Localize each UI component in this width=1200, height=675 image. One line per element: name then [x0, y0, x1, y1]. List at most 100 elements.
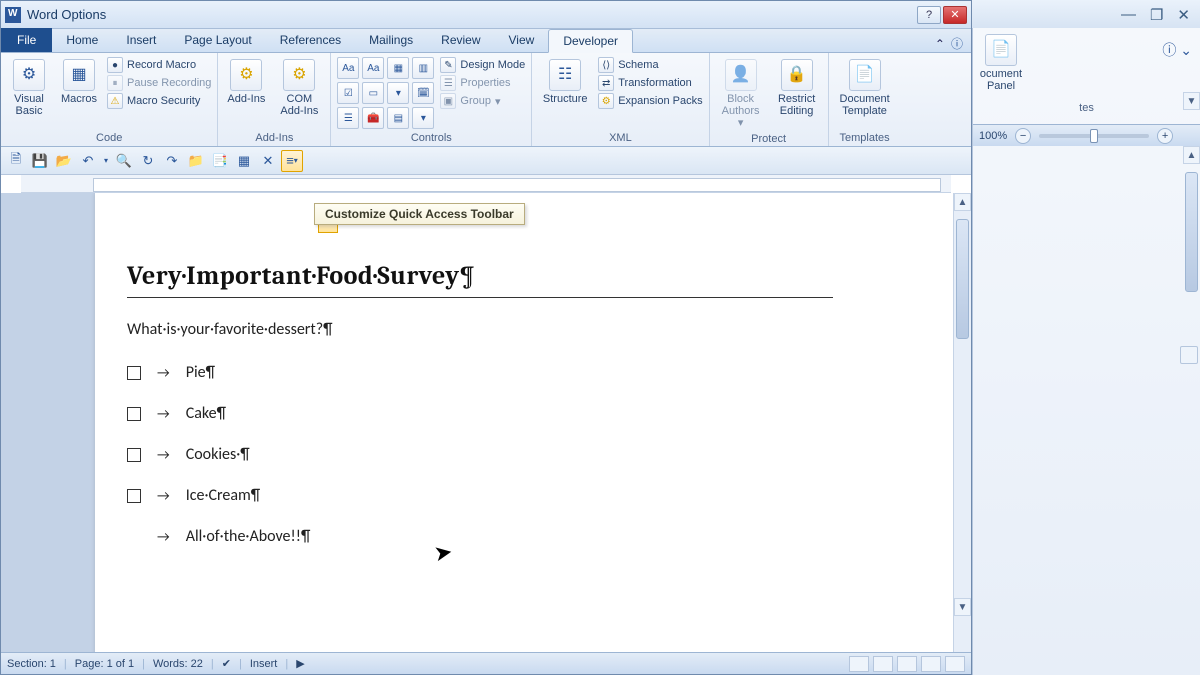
status-insert[interactable]: Insert — [250, 658, 278, 670]
addins-button[interactable]: ⚙ Add-Ins — [224, 57, 268, 107]
document-page[interactable]: Very·Important·Food·Survey¶ What·is·your… — [95, 193, 953, 652]
help-button[interactable]: ? — [917, 6, 941, 24]
option-row[interactable]: → Ice·Cream¶ — [127, 486, 833, 505]
more-controls-icon[interactable]: ▾ — [412, 107, 434, 129]
dropdown-control-icon[interactable]: ▾ — [387, 82, 409, 104]
rich-text-control-icon[interactable]: Aa — [337, 57, 359, 79]
qat-customize-button[interactable]: ≡▾ — [281, 150, 303, 172]
pause-recording-button[interactable]: ⏸Pause Recording — [107, 75, 211, 91]
qat-folder-icon[interactable]: 📁 — [185, 150, 207, 172]
document-panel-button[interactable]: 📄 ocument Panel — [979, 32, 1023, 94]
qat-new-icon[interactable]: 🗎 — [5, 150, 27, 172]
plain-text-control-icon[interactable]: Aa — [362, 57, 384, 79]
qat-undo-split-icon[interactable]: ▾ — [101, 156, 111, 165]
outer-help-icon[interactable]: ⓘ ⌄ — [1162, 40, 1192, 60]
view-outline-icon[interactable] — [921, 656, 941, 672]
qat-preview-icon[interactable]: 🔍 — [113, 150, 135, 172]
tab-references[interactable]: References — [266, 28, 355, 52]
date-control-icon[interactable]: 🗓 — [412, 82, 434, 104]
scroll-up-icon[interactable]: ▲ — [1183, 146, 1200, 164]
transformation-button[interactable]: ⇄Transformation — [598, 75, 702, 91]
status-proof-icon[interactable]: ✔ — [222, 657, 231, 670]
controls-gallery[interactable]: Aa Aa ▦ ▥ ☑ ▭ ▾ 🗓 ☰ 🧰 ▤ ▾ — [337, 57, 434, 129]
macro-security-button[interactable]: ⚠Macro Security — [107, 93, 211, 109]
checkbox-icon[interactable] — [127, 448, 141, 462]
file-tab[interactable]: File — [1, 28, 52, 52]
outer-restore-icon[interactable]: ❐ — [1150, 6, 1163, 24]
view-print-layout-icon[interactable] — [849, 656, 869, 672]
status-words[interactable]: Words: 22 — [153, 658, 203, 670]
repeating-control-icon[interactable]: ☰ — [337, 107, 359, 129]
combo-control-icon[interactable]: ▭ — [362, 82, 384, 104]
option-row[interactable]: → Cookies·¶ — [127, 445, 833, 464]
properties-button[interactable]: ☰Properties — [440, 75, 525, 91]
tab-insert[interactable]: Insert — [112, 28, 170, 52]
qat-table-icon[interactable]: ▦ — [233, 150, 255, 172]
scroll-up-icon[interactable]: ▲ — [954, 193, 971, 211]
checkbox-icon[interactable] — [127, 366, 141, 380]
tab-page-layout[interactable]: Page Layout — [170, 28, 265, 52]
structure-button[interactable]: ☷ Structure — [538, 57, 592, 107]
qat-insert-icon[interactable]: 📑 — [209, 150, 231, 172]
scroll-thumb[interactable] — [956, 219, 969, 339]
doc-title[interactable]: Very·Important·Food·Survey¶ — [127, 261, 833, 298]
com-addins-button[interactable]: ⚙ COM Add-Ins — [274, 57, 324, 119]
legacy-tools-icon[interactable]: 🧰 — [362, 107, 384, 129]
view-web-icon[interactable] — [897, 656, 917, 672]
scroll-down-icon[interactable]: ▼ — [1183, 92, 1200, 110]
schema-button[interactable]: ⟨⟩Schema — [598, 57, 702, 73]
option-row[interactable]: → Pie¶ — [127, 363, 833, 382]
horizontal-ruler[interactable] — [21, 175, 951, 193]
tab-review[interactable]: Review — [427, 28, 494, 52]
ribbon-minimize-icon[interactable]: ⌃ — [935, 37, 945, 51]
vertical-scrollbar[interactable]: ▲ ▼ — [953, 193, 971, 652]
qat-redo-icon[interactable]: ↷ — [161, 150, 183, 172]
expansion-packs-button[interactable]: ⚙Expansion Packs — [598, 93, 702, 109]
tab-mailings[interactable]: Mailings — [355, 28, 427, 52]
ribbon-help-icon[interactable]: ⓘ — [951, 35, 963, 52]
scroll-thumb[interactable] — [1185, 172, 1198, 292]
qat-save-icon[interactable]: 💾 — [29, 150, 51, 172]
doc-question[interactable]: What·is·your·favorite·dessert?¶ — [127, 320, 833, 339]
picture-control-icon[interactable]: ▦ — [387, 57, 409, 79]
close-button[interactable]: ✕ — [943, 6, 967, 24]
option-row[interactable]: → All·of·the·Above!!¶ — [157, 527, 833, 546]
qat-delete-icon[interactable]: ✕ — [257, 150, 279, 172]
scroll-down-icon[interactable]: ▼ — [954, 598, 971, 616]
option-row[interactable]: → Cake¶ — [127, 404, 833, 423]
option-label[interactable]: Ice·Cream¶ — [186, 486, 260, 505]
building-block-control-icon[interactable]: ▥ — [412, 57, 434, 79]
qat-refresh-icon[interactable]: ↻ — [137, 150, 159, 172]
checkbox-icon[interactable] — [127, 489, 141, 503]
tab-home[interactable]: Home — [52, 28, 112, 52]
qat-open-icon[interactable]: 📂 — [53, 150, 75, 172]
document-template-button[interactable]: 📄 Document Template — [835, 57, 895, 119]
view-draft-icon[interactable] — [945, 656, 965, 672]
option-label[interactable]: Cookies·¶ — [186, 445, 250, 464]
design-mode-button[interactable]: ✎Design Mode — [440, 57, 525, 73]
zoom-out-button[interactable]: − — [1015, 128, 1031, 144]
option-label[interactable]: Cake¶ — [186, 404, 226, 423]
visual-basic-button[interactable]: ⚙ Visual Basic — [7, 57, 51, 119]
status-macro-icon[interactable]: ▶ — [296, 657, 304, 670]
restrict-editing-button[interactable]: 🔒 Restrict Editing — [772, 57, 822, 119]
outer-close-icon[interactable]: ✕ — [1177, 6, 1190, 24]
view-fullscreen-icon[interactable] — [873, 656, 893, 672]
block-authors-button[interactable]: 👤 Block Authors ▾ — [716, 57, 766, 131]
status-section[interactable]: Section: 1 — [7, 658, 56, 670]
zoom-in-button[interactable]: + — [1157, 128, 1173, 144]
tab-view[interactable]: View — [495, 28, 549, 52]
status-page[interactable]: Page: 1 of 1 — [75, 658, 134, 670]
checkbox-control-icon[interactable]: ☑ — [337, 82, 359, 104]
record-macro-button[interactable]: ●Record Macro — [107, 57, 211, 73]
group-control-icon[interactable]: ▤ — [387, 107, 409, 129]
checkbox-icon[interactable] — [127, 407, 141, 421]
option-label[interactable]: Pie¶ — [186, 363, 215, 382]
side-tool-1[interactable] — [1180, 346, 1198, 364]
outer-minimize-icon[interactable]: — — [1121, 6, 1136, 23]
macros-button[interactable]: ▦ Macros — [57, 57, 101, 107]
qat-undo-icon[interactable]: ↶ — [77, 150, 99, 172]
tab-developer[interactable]: Developer — [548, 29, 633, 53]
option-label[interactable]: All·of·the·Above!!¶ — [186, 527, 311, 546]
group-button[interactable]: ▣Group ▾ — [440, 93, 525, 109]
